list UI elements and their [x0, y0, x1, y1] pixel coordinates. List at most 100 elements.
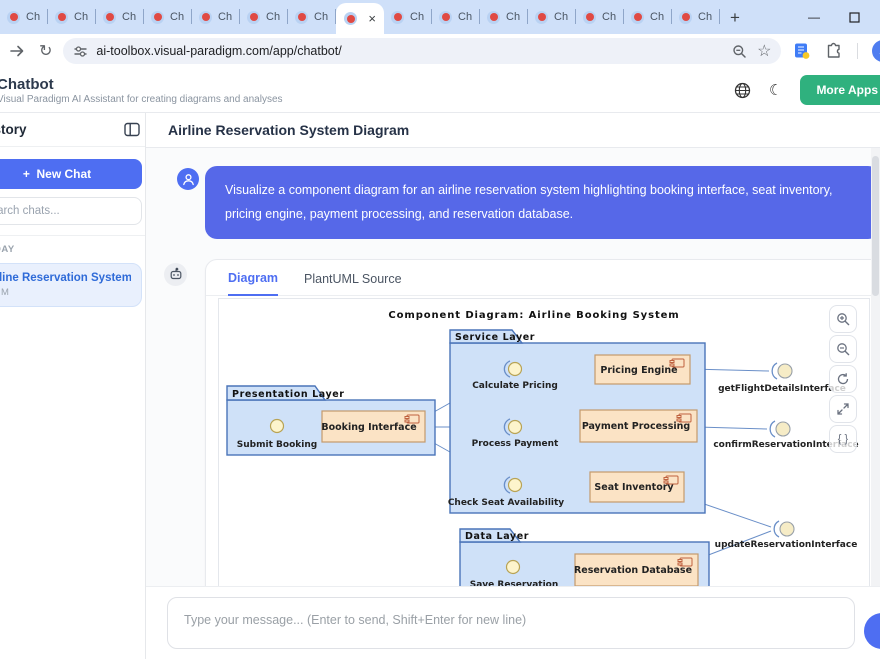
visual-paradigm-favicon [583, 11, 596, 24]
component-label: Payment Processing [582, 421, 690, 432]
reload-button[interactable]: ↻ [39, 41, 52, 61]
expand-icon [836, 402, 850, 416]
diagram-title: Component Diagram: Airline Booking Syste… [388, 310, 679, 321]
url-text[interactable]: ai-toolbox.visual-paradigm.com/app/chatb… [96, 44, 722, 58]
history-sidebar: History + New Chat TODAY Airline Reserva… [0, 113, 146, 659]
component-label: Booking Interface [321, 422, 416, 433]
tab-diagram[interactable]: Diagram [228, 271, 278, 296]
visual-paradigm-favicon [679, 11, 692, 24]
browser-tab[interactable]: Ch [144, 0, 192, 34]
sidebar-inner: History + New Chat TODAY Airline Reserva… [0, 113, 146, 307]
component-payment-processing: Payment Processing [580, 410, 697, 442]
browser-tab[interactable]: Ch [48, 0, 96, 34]
tab-strip-tabs: ChChChChChChCh×ChChChChChChCh [0, 0, 720, 34]
tab-label: Ch [218, 11, 232, 23]
browser-tab[interactable]: Ch [192, 0, 240, 34]
collapse-sidebar-button[interactable] [124, 122, 140, 137]
component-diagram-svg: Component Diagram: Airline Booking Syste… [219, 299, 869, 586]
chat-scrollbar[interactable] [871, 148, 880, 586]
browser-tab[interactable]: Ch [288, 0, 336, 34]
tab-label: Ch [650, 11, 664, 23]
browser-tab[interactable]: Ch [528, 0, 576, 34]
browser-tab[interactable]: Ch [480, 0, 528, 34]
new-tab-button[interactable]: + [730, 8, 740, 28]
page-title: Airline Reservation System Diagram [168, 122, 409, 138]
port-label: Calculate Pricing [472, 381, 558, 391]
address-bar[interactable]: ai-toolbox.visual-paradigm.com/app/chatb… [63, 38, 781, 64]
browser-tab[interactable]: Ch [432, 0, 480, 34]
browser-tab[interactable]: Ch [240, 0, 288, 34]
zoom-in-button[interactable] [829, 305, 857, 333]
tab-plantuml-source[interactable]: PlantUML Source [304, 272, 402, 295]
tab-label: Ch [26, 11, 40, 23]
user-avatar [177, 168, 199, 190]
tab-label: Ch [458, 11, 472, 23]
window-controls: — [794, 0, 880, 34]
chat-messages-area: Visualize a component diagram for an air… [146, 148, 880, 586]
person-icon [182, 173, 195, 186]
visual-paradigm-favicon [103, 11, 116, 24]
extensions-area: A [793, 40, 880, 62]
maximize-icon [849, 12, 860, 23]
fit-screen-button[interactable] [829, 395, 857, 423]
more-apps-button[interactable]: More Apps [800, 75, 880, 105]
reset-view-button[interactable] [829, 365, 857, 393]
visual-paradigm-favicon [344, 12, 357, 25]
new-chat-label: New Chat [37, 167, 92, 181]
package-name-presentation-layer: Presentation Layer [232, 389, 345, 400]
extensions-puzzle-icon[interactable] [825, 42, 843, 60]
browser-tab[interactable]: Ch [672, 0, 720, 34]
component-seat-inventory: Seat Inventory [590, 472, 684, 502]
bookmark-star-icon[interactable]: ☆ [757, 41, 771, 61]
minimize-button[interactable]: — [794, 10, 834, 24]
tab-label: Ch [506, 11, 520, 23]
component-label: Seat Inventory [594, 482, 674, 493]
port-label: Process Payment [472, 439, 559, 449]
send-button[interactable] [864, 613, 880, 649]
message-input-bar [146, 586, 880, 659]
zoom-indicator-icon[interactable] [732, 44, 747, 59]
app-header: Chatbot Visual Paradigm AI Assistant for… [0, 68, 880, 113]
search-chats-input[interactable] [0, 197, 142, 225]
forward-button[interactable] [9, 43, 25, 59]
diagram-canvas[interactable]: Component Diagram: Airline Booking Syste… [218, 298, 870, 586]
language-globe-icon[interactable] [734, 82, 751, 99]
interface-label: getFlightDetailsInterface [718, 384, 846, 394]
scrollbar-thumb[interactable] [872, 156, 879, 296]
browser-tab[interactable]: Ch [0, 0, 48, 34]
visual-paradigm-favicon [487, 11, 500, 24]
extension-badge-icon[interactable] [793, 42, 811, 60]
package-name-data-layer: Data Layer [465, 531, 529, 542]
tab-close-icon[interactable]: × [368, 12, 376, 25]
package-name-service-layer: Service Layer [455, 332, 535, 343]
dark-mode-toggle[interactable]: ☾ [769, 81, 782, 99]
browser-tab[interactable]: Ch [576, 0, 624, 34]
chat-item-title: Airline Reservation System Dia... [0, 272, 131, 284]
magnifier-minus-icon [732, 44, 747, 59]
result-tabs: Diagram PlantUML Source [206, 260, 880, 296]
tab-label: Ch [266, 11, 280, 23]
browser-tab[interactable]: Ch [624, 0, 672, 34]
browser-tab-active[interactable]: × [336, 3, 384, 34]
assistant-avatar [164, 263, 187, 286]
browser-tab[interactable]: Ch [96, 0, 144, 34]
sidebar-title: History [0, 122, 27, 137]
visual-paradigm-favicon [247, 11, 260, 24]
maximize-button[interactable] [834, 12, 874, 23]
source-code-button[interactable]: { } [829, 425, 857, 453]
browser-tab[interactable]: Ch [384, 0, 432, 34]
site-settings-icon[interactable] [73, 44, 88, 59]
visual-paradigm-favicon [151, 11, 164, 24]
diagram-result-card: Diagram PlantUML Source Component Diagra… [205, 259, 880, 586]
zoom-out-button[interactable] [829, 335, 857, 363]
app-title-block: Chatbot Visual Paradigm AI Assistant for… [0, 76, 283, 105]
new-chat-button[interactable]: + New Chat [0, 159, 142, 189]
header-actions: ☾ More Apps [734, 75, 880, 105]
chat-history-item[interactable]: Airline Reservation System Dia... M [0, 263, 142, 307]
profile-avatar[interactable]: A [872, 40, 880, 62]
history-section-label: TODAY [0, 236, 146, 259]
assistant-message-row: Diagram PlantUML Source Component Diagra… [146, 239, 880, 586]
tab-label: Ch [602, 11, 616, 23]
zoom-out-icon [836, 342, 850, 356]
message-input[interactable] [167, 597, 855, 649]
